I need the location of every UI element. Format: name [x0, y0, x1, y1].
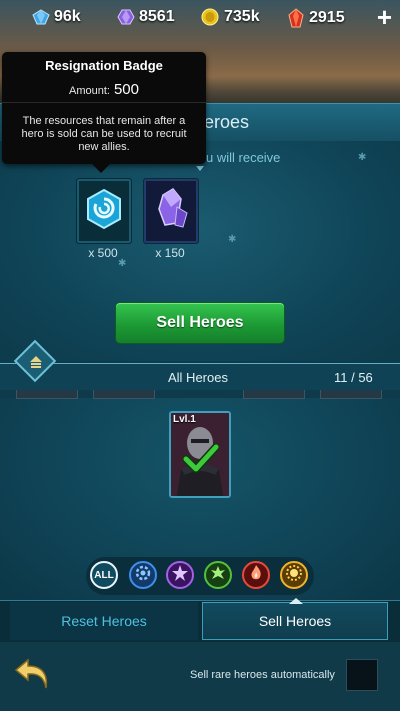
purple-gem-icon	[117, 8, 135, 26]
reward-count: x 150	[155, 246, 185, 260]
snowflake-icon: ✱	[228, 234, 237, 245]
hero-card-partial[interactable]	[93, 390, 155, 399]
green-leaf-icon	[209, 564, 227, 587]
resource-bar: 96k 8561 735k 2915 +	[0, 0, 400, 36]
snowflake-icon: ✱	[358, 152, 367, 163]
reward-resignation-badge[interactable]	[76, 178, 132, 244]
divider	[0, 363, 400, 364]
hero-count: 11 / 56	[334, 370, 373, 385]
hero-level: Lvl.1	[173, 414, 196, 425]
purple-star-icon	[171, 564, 189, 587]
filter-water-button[interactable]	[129, 561, 157, 589]
reward-purple-crystal[interactable]	[143, 178, 199, 244]
resource-rubies[interactable]: 2915	[287, 8, 345, 28]
resource-value: 96k	[54, 8, 81, 25]
tooltip-title: Resignation Badge	[45, 58, 163, 73]
auto-sell-label: Sell rare heroes automatically	[190, 669, 335, 681]
collapse-arrows-icon	[26, 352, 46, 372]
subtitle-arrow-icon	[196, 166, 204, 171]
hero-portrait	[171, 413, 229, 496]
hero-card-partial[interactable]	[16, 390, 78, 399]
tooltip-pointer	[92, 164, 110, 173]
resource-gems[interactable]: 8561	[117, 8, 175, 26]
gold-sun-icon	[285, 564, 303, 587]
resource-value: 735k	[224, 8, 260, 25]
resource-value: 8561	[139, 8, 175, 25]
back-arrow-icon	[12, 658, 52, 696]
hero-card-selected[interactable]: Lvl.1	[169, 411, 231, 498]
blue-crystal-icon	[32, 9, 50, 25]
active-tab-indicator	[289, 598, 303, 604]
filter-fire-button[interactable]	[242, 561, 270, 589]
checkmark-icon	[182, 443, 220, 478]
tooltip-description: The resources that remain after a hero i…	[21, 115, 187, 153]
rewards-subtitle: u will receive	[206, 150, 281, 165]
hero-card-partial[interactable]	[243, 390, 305, 399]
gold-coin-icon	[200, 8, 220, 26]
filter-all-button[interactable]: ALL	[90, 561, 118, 589]
auto-sell-checkbox[interactable]	[346, 659, 378, 691]
purple-crystal-icon	[151, 187, 191, 236]
red-ruby-icon	[287, 8, 305, 28]
tooltip-amount-label: Amount:	[69, 85, 110, 97]
hero-card-partial[interactable]	[320, 390, 382, 399]
resource-value: 2915	[309, 9, 345, 26]
back-button[interactable]	[12, 656, 52, 692]
resource-crystals[interactable]: 96k	[32, 8, 81, 26]
filter-nature-button[interactable]	[204, 561, 232, 589]
red-flame-icon	[247, 564, 265, 587]
filter-light-button[interactable]	[280, 561, 308, 589]
add-resource-button[interactable]: +	[377, 4, 392, 30]
tab-reset-heroes[interactable]: Reset Heroes	[10, 602, 198, 640]
reward-count: x 500	[88, 246, 118, 260]
resignation-badge-icon	[82, 187, 126, 236]
sell-heroes-button[interactable]: Sell Heroes	[116, 303, 284, 343]
tooltip-amount: Amount: 500	[2, 81, 206, 98]
resource-gold[interactable]: 735k	[200, 8, 260, 26]
hero-list-title: All Heroes	[168, 370, 228, 385]
tooltip-divider	[2, 102, 206, 103]
tab-sell-heroes[interactable]: Sell Heroes	[202, 602, 388, 640]
tooltip-amount-value: 500	[113, 81, 139, 98]
blue-gear-icon	[134, 564, 152, 587]
filter-arcane-button[interactable]	[166, 561, 194, 589]
